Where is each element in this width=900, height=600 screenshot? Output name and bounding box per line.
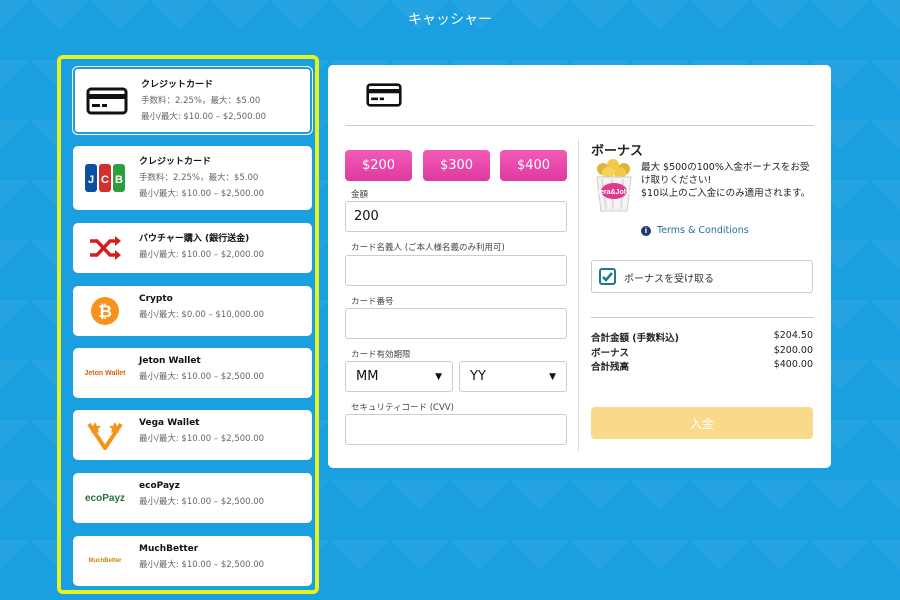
bonus-title: ボーナス — [591, 144, 644, 159]
method-name: ecoPayz — [139, 481, 180, 491]
method-crypto[interactable]: ₿ Crypto 最小/最大: $0.00 – $10,000.00 — [73, 286, 312, 336]
card-holder-input[interactable] — [345, 255, 567, 286]
method-name: Jeton Wallet — [139, 356, 201, 366]
cvv-label: セキュリティコード (CVV) — [351, 403, 454, 413]
chevron-down-icon: ▼ — [435, 371, 442, 382]
expiry-month-select[interactable]: MM ▼ — [345, 361, 453, 392]
method-ecopayz[interactable]: ecoPayz ecoPayz 最小/最大: $10.00 – $2,500.0… — [73, 473, 312, 523]
jcb-logo: J C B — [83, 163, 127, 193]
credit-card-icon — [85, 86, 129, 116]
card-number-input[interactable] — [345, 308, 567, 339]
method-limit: 最小/最大: $10.00 – $2,500.00 — [141, 112, 267, 122]
divider — [578, 139, 579, 451]
chevron-down-icon: ▼ — [549, 371, 556, 382]
method-vega-wallet[interactable]: Vega Wallet 最小/最大: $10.00 – $2,500.00 — [73, 410, 312, 460]
muchbetter-logo: MuchBetter — [88, 558, 122, 564]
method-name: Crypto — [139, 294, 173, 304]
method-credit-card[interactable]: クレジットカード 手数料：2.25%，最大：$5.00 最小/最大: $10.0… — [73, 67, 312, 134]
method-name: クレジットカード — [139, 157, 212, 167]
method-name: バウチャー購入 (銀行送金) — [139, 234, 250, 244]
divider — [345, 125, 814, 126]
expiry-year-select[interactable]: YY ▼ — [459, 361, 567, 392]
svg-text:J: J — [88, 174, 94, 186]
amount-label: 金額 — [351, 190, 369, 200]
method-muchbetter[interactable]: MuchBetter MuchBetter 最小/最大: $10.00 – $2… — [73, 536, 312, 586]
bonus-checkbox-row[interactable]: ボーナスを受け取る — [591, 260, 813, 293]
method-name: MuchBetter — [139, 544, 199, 554]
expiry-year-value: YY — [470, 369, 486, 384]
method-name: Vega Wallet — [139, 418, 200, 428]
method-limit: 最小/最大: $10.00 – $2,500.00 — [139, 372, 265, 382]
method-limit: 最小/最大: $10.00 – $2,500.00 — [139, 497, 265, 507]
summary-row-total: 合計金額 (手数料込) $204.50 — [591, 330, 813, 344]
method-fee: 手数料：2.25%，最大：$5.00 — [141, 96, 261, 106]
method-limit: 最小/最大: $10.00 – $2,500.00 — [139, 560, 265, 570]
amount-300-button[interactable]: $300 — [423, 150, 490, 181]
svg-text:B: B — [115, 174, 123, 186]
payment-methods-panel: クレジットカード 手数料：2.25%，最大：$5.00 最小/最大: $10.0… — [57, 55, 319, 594]
method-limit: 最小/最大: $10.00 – $2,000.00 — [139, 250, 265, 260]
bonus-checkbox-label: ボーナスを受け取る — [624, 274, 714, 285]
method-jcb[interactable]: J C B クレジットカード 手数料：2.25%，最大：$5.00 最小/最大:… — [73, 146, 312, 210]
method-jeton-wallet[interactable]: Jeton Wallet Jeton Wallet 最小/最大: $10.00 … — [73, 348, 312, 398]
method-voucher[interactable]: バウチャー購入 (銀行送金) 最小/最大: $10.00 – $2,000.00 — [73, 223, 312, 273]
card-number-label: カード番号 — [351, 297, 394, 307]
cvv-input[interactable] — [345, 414, 567, 445]
ecopayz-logo: ecoPayz — [84, 492, 126, 504]
expiry-label: カード有効期限 — [351, 350, 411, 360]
deposit-form-card: $200 $300 $400 金額 200 カード名義人 (ご本人様名義のみ利用… — [328, 65, 831, 468]
method-limit: 最小/最大: $10.00 – $2,500.00 — [139, 434, 265, 444]
vega-wallet-logo — [83, 420, 127, 450]
summary-row-bonus: ボーナス $200.00 — [591, 345, 813, 359]
amount-200-button[interactable]: $200 — [345, 150, 412, 181]
info-icon: i — [641, 225, 651, 236]
page-title: キャッシャー — [408, 12, 492, 28]
method-fee: 手数料：2.25%，最大：$5.00 — [139, 173, 259, 183]
method-limit: 最小/最大: $10.00 – $2,500.00 — [139, 189, 265, 199]
svg-text:C: C — [101, 174, 109, 186]
bonus-popcorn-image: Vera&John — [593, 159, 635, 214]
jeton-wallet-logo: Jeton Wallet — [84, 369, 126, 377]
bonus-checkbox[interactable] — [599, 268, 616, 285]
method-limit: 最小/最大: $0.00 – $10,000.00 — [139, 310, 265, 320]
deposit-button[interactable]: 入金 — [591, 407, 813, 439]
summary-row-balance: 合計残高 $400.00 — [591, 359, 813, 373]
card-holder-label: カード名義人 (ご本人様名義のみ利用可) — [351, 243, 505, 253]
amount-input[interactable]: 200 — [345, 201, 567, 232]
svg-text:₿: ₿ — [98, 302, 112, 322]
bonus-description: 最大 $500の100%入金ボーナスをお受け取りください! $10以上のご入金に… — [641, 162, 811, 199]
credit-card-icon — [366, 83, 402, 111]
terms-link-label: Terms & Conditions — [657, 225, 749, 236]
expiry-month-value: MM — [356, 369, 379, 384]
method-name: クレジットカード — [141, 80, 214, 90]
divider — [591, 317, 814, 318]
terms-link[interactable]: i Terms & Conditions — [641, 225, 749, 236]
svg-text:Vera&John: Vera&John — [596, 189, 633, 196]
bitcoin-icon: ₿ — [83, 296, 127, 326]
amount-400-button[interactable]: $400 — [500, 150, 567, 181]
shuffle-icon — [83, 233, 127, 263]
